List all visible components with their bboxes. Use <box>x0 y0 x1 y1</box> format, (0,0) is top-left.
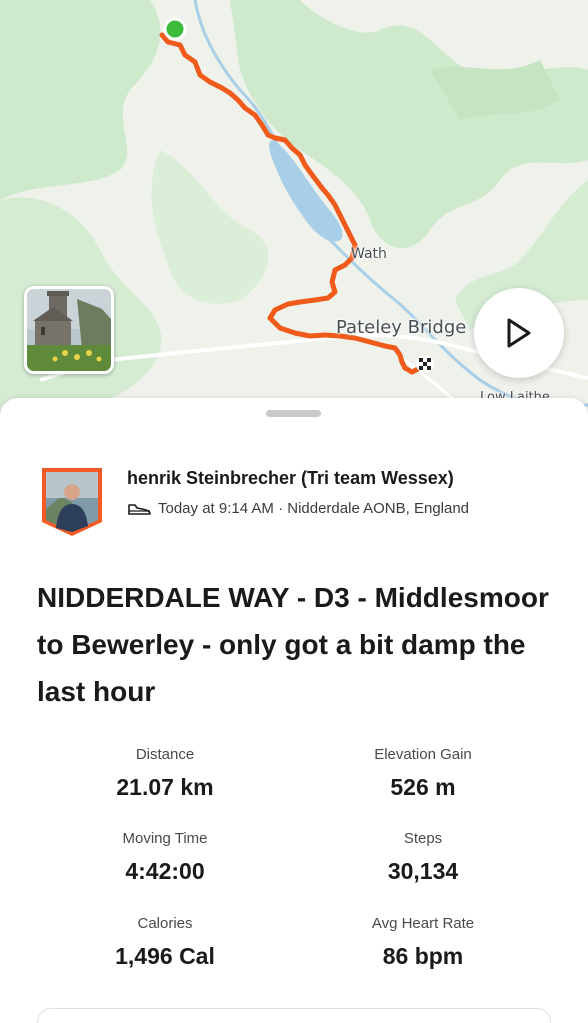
stat-label: Moving Time <box>122 830 208 847</box>
stat-avg-heart-rate: Avg Heart Rate 86 bpm <box>276 915 570 970</box>
stat-value: 21.07 km <box>116 774 214 800</box>
activity-date-location: Today at 9:14 AM · Nidderdale AONB, Engl… <box>158 500 470 517</box>
stat-distance: Distance 21.07 km <box>18 746 312 801</box>
stat-elevation-gain: Elevation Gain 526 m <box>276 746 570 801</box>
stat-value: 30,134 <box>387 858 459 884</box>
map-label-wath: Wath <box>351 246 387 262</box>
activity-photo-thumbnail[interactable] <box>24 286 114 374</box>
stat-label: Steps <box>403 830 443 847</box>
map-label-pateley-bridge: Pateley Bridge <box>336 317 467 338</box>
athlete-name[interactable]: henrik Steinbrecher (Tri team Wessex) <box>127 468 454 489</box>
play-icon <box>507 318 531 348</box>
stat-calories: Calories 1,496 Cal <box>18 915 312 970</box>
drag-handle[interactable] <box>266 410 321 417</box>
stat-value: 526 m <box>390 774 456 800</box>
stat-value: 4:42:00 <box>125 858 205 884</box>
activity-details-sheet: henrik Steinbrecher (Tri team Wessex) To… <box>0 398 588 1023</box>
shoe-icon <box>128 503 151 515</box>
church-photo <box>27 289 111 371</box>
activity-title: NIDDERDALE WAY - D3 - Middlesmoor to Bew… <box>37 582 549 707</box>
stat-steps: Steps 30,134 <box>276 830 570 885</box>
activity-meta: Today at 9:14 AM · Nidderdale AONB, Engl… <box>127 500 469 517</box>
stat-label: Avg Heart Rate <box>371 915 475 932</box>
start-marker <box>163 17 187 41</box>
stat-label: Calories <box>137 915 193 932</box>
finish-flag-icon <box>416 355 434 373</box>
avatar[interactable] <box>42 468 102 536</box>
route-map[interactable]: Wath Pateley Bridge Low Laithe <box>0 0 588 420</box>
bottom-card[interactable] <box>37 1008 551 1023</box>
stat-value: 1,496 Cal <box>115 943 215 969</box>
stat-value: 86 bpm <box>382 943 464 969</box>
stat-label: Distance <box>135 746 195 763</box>
play-flyover-button[interactable] <box>474 288 564 378</box>
stat-label: Elevation Gain <box>374 746 472 763</box>
stat-moving-time: Moving Time 4:42:00 <box>18 830 312 885</box>
